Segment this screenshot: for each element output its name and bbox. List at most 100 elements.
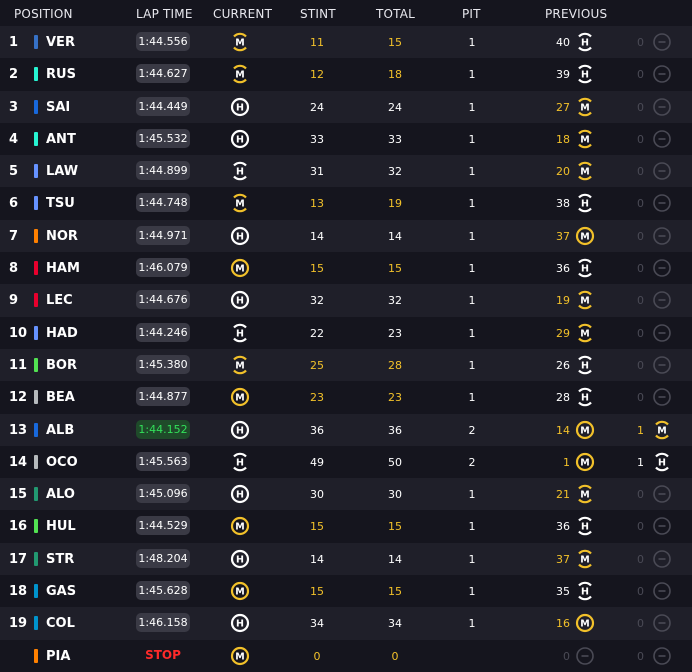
total-laps: 15: [388, 262, 402, 276]
driver-code: BEA: [46, 390, 75, 406]
table-row[interactable]: 13 ALB 1:44.152 H 36 36 2 14 M 1 M: [0, 413, 692, 446]
svg-text:M: M: [235, 38, 244, 49]
team-color-bar: [34, 325, 38, 340]
stint-laps: 11: [310, 36, 324, 49]
table-row[interactable]: 9 LEC 1:44.676 H 32 32 1 19 M 0: [0, 284, 692, 317]
driver-code: HAM: [46, 261, 80, 277]
table-row[interactable]: 3 SAI 1:44.449 H 24 24 1 27 M 0: [0, 90, 692, 123]
table-row[interactable]: 1 VER 1:44.556 M 11 15 1 40 H 0: [0, 26, 692, 59]
svg-text:M: M: [580, 231, 589, 242]
svg-text:M: M: [235, 651, 244, 662]
svg-text:H: H: [658, 457, 666, 468]
previous-stint-laps: 20: [556, 165, 570, 179]
total-laps: 23: [388, 326, 402, 340]
stint-laps: 30: [310, 488, 324, 502]
table-row[interactable]: PIA STOP M 0 0 0 0: [0, 639, 692, 672]
pit-count: 1: [468, 132, 476, 146]
hard-tyre-icon: H: [230, 484, 250, 504]
position-number: 5: [9, 164, 19, 180]
no-tyre-icon: [652, 97, 672, 117]
position-number: 18: [9, 584, 28, 600]
lap-time: 1:44.748: [136, 193, 190, 213]
total-laps: 50: [388, 455, 402, 469]
header-pit: PIT: [462, 7, 481, 21]
driver-code: LAW: [46, 164, 79, 180]
driver-code: ANT: [46, 131, 76, 147]
lap-time: 1:46.158: [136, 613, 190, 633]
table-row[interactable]: 18 GAS 1:45.628 M 15 15 1 35 H 0: [0, 575, 692, 608]
earlier-stint-laps: 0: [637, 229, 644, 243]
earlier-stint-laps: 0: [637, 197, 644, 211]
driver-code: RUS: [46, 67, 76, 83]
earlier-stint-laps: 0: [637, 36, 644, 49]
svg-text:M: M: [580, 490, 589, 501]
total-laps: 15: [388, 36, 402, 49]
hard-tyre-icon: H: [230, 97, 250, 117]
stint-laps: 22: [310, 326, 324, 340]
stint-laps: 15: [310, 262, 324, 276]
team-color-bar: [34, 551, 38, 566]
svg-text:H: H: [581, 393, 589, 404]
total-laps: 28: [388, 358, 402, 372]
hard-tyre-icon: H: [230, 129, 250, 149]
table-row[interactable]: 19 COL 1:46.158 H 34 34 1 16 M 0: [0, 607, 692, 640]
table-row[interactable]: 12 BEA 1:44.877 M 23 23 1 28 H 0: [0, 381, 692, 414]
table-row[interactable]: 5 LAW 1:44.899 H 31 32 1 20 M 0: [0, 155, 692, 188]
medium-tyre-icon: M: [575, 420, 595, 440]
team-color-bar: [34, 519, 38, 534]
table-row[interactable]: 2 RUS 1:44.627 M 12 18 1 39 H 0: [0, 58, 692, 91]
position-number: 19: [9, 616, 28, 632]
no-tyre-icon: [652, 258, 672, 278]
medium-tyre-icon: M: [652, 420, 672, 440]
driver-code: NOR: [46, 228, 78, 244]
previous-stint-laps: 36: [556, 520, 570, 534]
table-header: POSITION LAP TIME CURRENT STINT TOTAL PI…: [0, 0, 692, 28]
table-row[interactable]: 8 HAM 1:46.079 M 15 15 1 36 H 0: [0, 252, 692, 285]
no-tyre-icon: [652, 484, 672, 504]
hard-tyre-icon: H: [575, 64, 595, 84]
medium-tyre-icon: M: [575, 290, 595, 310]
table-row[interactable]: 11 BOR 1:45.380 M 25 28 1 26 H 0: [0, 348, 692, 382]
lap-time: 1:45.628: [136, 581, 190, 601]
pit-count: 1: [468, 262, 476, 276]
previous-stint-laps: 19: [556, 294, 570, 308]
position-number: 2: [9, 67, 19, 83]
table-row[interactable]: 17 STR 1:48.204 H 14 14 1 37 M 0: [0, 542, 692, 576]
lap-time: 1:48.204: [136, 548, 190, 568]
svg-text:H: H: [581, 361, 589, 372]
team-color-bar: [34, 99, 38, 114]
no-tyre-icon: [652, 32, 672, 52]
previous-stint-laps: 27: [556, 100, 570, 114]
earlier-stint-laps: 0: [637, 552, 644, 566]
svg-text:M: M: [235, 361, 244, 372]
earlier-stint-laps: 0: [637, 585, 644, 599]
pit-count: 1: [468, 520, 476, 534]
svg-text:M: M: [235, 587, 244, 598]
earlier-stint-laps: 0: [637, 262, 644, 276]
table-row[interactable]: 7 NOR 1:44.971 H 14 14 1 37 M 0: [0, 219, 692, 253]
hard-tyre-icon: H: [575, 516, 595, 536]
svg-text:M: M: [580, 425, 589, 436]
no-tyre-icon: [652, 323, 672, 343]
no-tyre-icon: [652, 581, 672, 601]
table-row[interactable]: 10 HAD 1:44.246 H 22 23 1 29 M 0: [0, 316, 692, 349]
previous-stint-laps: 39: [556, 68, 570, 82]
table-row[interactable]: 14 OCO 1:45.563 H 49 50 2 1 M 1 H: [0, 445, 692, 479]
svg-text:H: H: [236, 554, 244, 565]
stint-laps: 24: [310, 100, 324, 114]
svg-text:M: M: [580, 619, 589, 630]
svg-text:H: H: [236, 167, 244, 178]
table-row[interactable]: 6 TSU 1:44.748 M 13 19 1 38 H 0: [0, 187, 692, 220]
stint-laps: 32: [310, 294, 324, 308]
previous-stint-laps: 18: [556, 132, 570, 146]
driver-code: COL: [46, 616, 75, 632]
driver-code: OCO: [46, 454, 78, 470]
table-row[interactable]: 16 HUL 1:44.529 M 15 15 1 36 H 0: [0, 510, 692, 543]
table-row[interactable]: 4 ANT 1:45.532 H 33 33 1 18 M 0: [0, 122, 692, 156]
table-row[interactable]: 15 ALO 1:45.096 H 30 30 1 21 M 0: [0, 478, 692, 511]
medium-tyre-icon: M: [230, 258, 250, 278]
lap-time: 1:44.152: [136, 419, 190, 439]
position-number: 11: [9, 357, 28, 373]
medium-tyre-icon: M: [230, 646, 250, 666]
driver-code: HAD: [46, 325, 78, 341]
